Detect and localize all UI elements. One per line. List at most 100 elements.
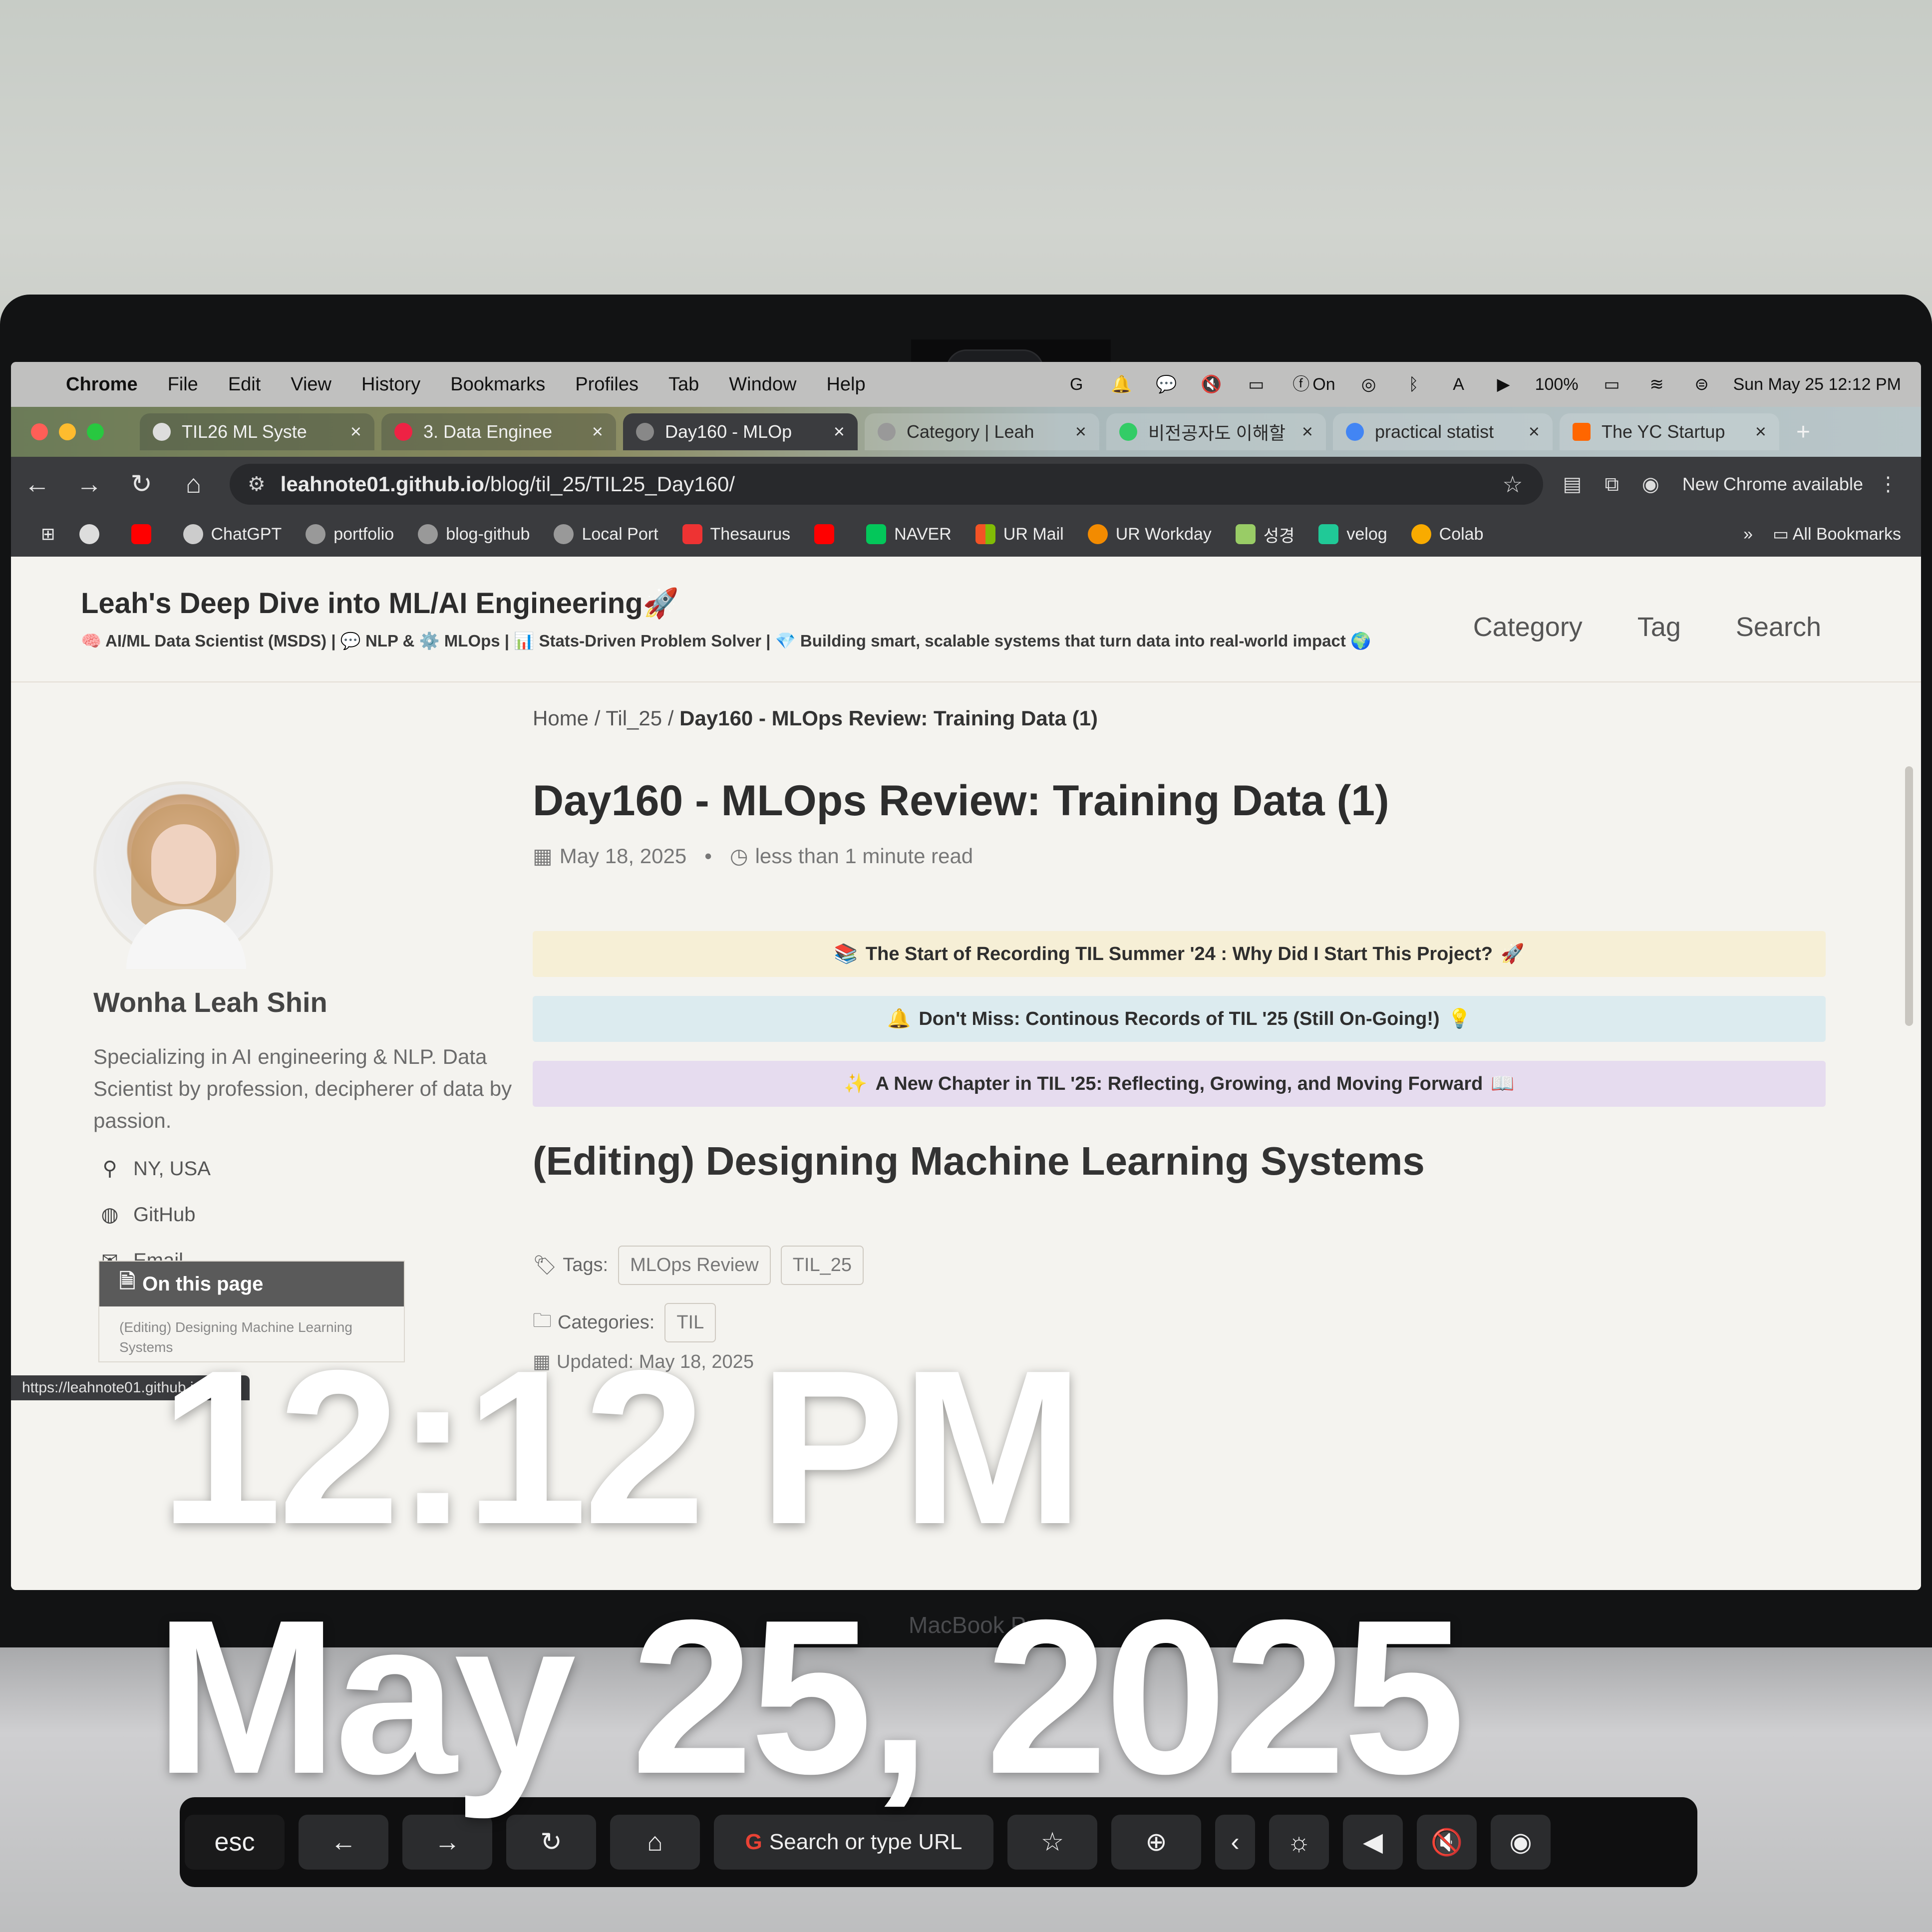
touchbar-volume-icon[interactable]: ◀ — [1343, 1815, 1403, 1870]
chat-icon[interactable]: 💬 — [1155, 373, 1178, 396]
tag-mlops-review[interactable]: MLOps Review — [618, 1246, 771, 1285]
menu-profiles[interactable]: Profiles — [575, 374, 639, 395]
nav-search[interactable]: Search — [1736, 612, 1821, 643]
bookmark-star-icon[interactable]: ☆ — [1502, 471, 1523, 498]
tab-korean-article[interactable]: 비전공자도 이해할 × — [1106, 413, 1326, 450]
mute-icon[interactable]: 🔇 — [1200, 373, 1223, 396]
tab-yc-startup[interactable]: The YC Startup × — [1560, 413, 1779, 450]
menu-edit[interactable]: Edit — [228, 374, 261, 395]
notice-link-new-chapter[interactable]: ✨ A New Chapter in TIL '25: Reflecting, G… — [533, 1061, 1826, 1107]
apps-grid-icon[interactable]: ⊞ — [41, 524, 55, 544]
control-center-icon[interactable]: ⊜ — [1690, 373, 1713, 396]
back-arrow-icon[interactable]: ← — [11, 469, 63, 499]
touchbar-mute-icon[interactable]: 🔇 — [1417, 1815, 1477, 1870]
touchbar-bookmark-icon[interactable]: ☆ — [1007, 1815, 1097, 1870]
close-tab-icon[interactable]: × — [350, 421, 361, 443]
esc-key[interactable]: esc — [185, 1815, 285, 1870]
bookmark-blog-github[interactable]: blog-github — [418, 524, 530, 544]
minimize-window-icon[interactable] — [59, 423, 76, 440]
extension-icon[interactable]: ▤ — [1563, 473, 1582, 496]
touchbar-forward-icon[interactable]: → — [402, 1815, 492, 1870]
breadcrumb-section[interactable]: Til_25 — [606, 706, 662, 730]
bookmark-colab[interactable]: Colab — [1411, 524, 1483, 544]
bookmark-chatgpt[interactable]: ChatGPT — [183, 524, 282, 544]
chrome-update-button[interactable]: New Chrome available — [1682, 474, 1863, 495]
touchbar-expand-icon[interactable]: ‹ — [1215, 1815, 1255, 1870]
tab-day160[interactable]: Day160 - MLOp × — [623, 413, 858, 450]
focus-icon[interactable]: ⓕ — [1289, 373, 1312, 396]
touchbar-reload-icon[interactable]: ↻ — [506, 1815, 596, 1870]
forward-arrow-icon[interactable]: → — [63, 469, 115, 499]
all-bookmarks-button[interactable]: ▭ All Bookmarks — [1773, 524, 1901, 544]
address-bar-url[interactable]: leahnote01.github.io/blog/til_25/TIL25_D… — [281, 472, 1503, 496]
bookmark-local-port[interactable]: Local Port — [554, 524, 658, 544]
tab-category[interactable]: Category | Leah × — [865, 413, 1099, 450]
close-tab-icon[interactable]: × — [1755, 421, 1766, 443]
bookmark-velog[interactable]: velog — [1318, 524, 1387, 544]
input-source-icon[interactable]: A — [1447, 373, 1470, 396]
touchbar-back-icon[interactable]: ← — [299, 1815, 388, 1870]
airdrop-icon[interactable]: ◎ — [1357, 373, 1380, 396]
close-tab-icon[interactable]: × — [1302, 421, 1313, 443]
nav-category[interactable]: Category — [1473, 612, 1583, 643]
new-tab-icon[interactable]: + — [1796, 418, 1810, 446]
address-bar[interactable]: ⚙ leahnote01.github.io/blog/til_25/TIL25… — [229, 464, 1543, 505]
site-title[interactable]: Leah's Deep Dive into ML/AI Engineering🚀 — [81, 587, 679, 621]
menubar-clock[interactable]: Sun May 25 12:12 PM — [1733, 375, 1901, 394]
media-play-icon[interactable]: ▶ — [1492, 373, 1515, 396]
close-tab-icon[interactable]: × — [592, 421, 603, 443]
menu-view[interactable]: View — [291, 374, 331, 395]
close-window-icon[interactable] — [31, 423, 48, 440]
site-subtitle: 🧠 AI/ML Data Scientist (MSDS) | 💬 NLP & … — [81, 632, 1371, 650]
window-icon[interactable]: ▭ — [1245, 373, 1268, 396]
bookmark-new-icon[interactable] — [79, 524, 107, 544]
bookmark-portfolio[interactable]: portfolio — [306, 524, 394, 544]
menu-bookmarks[interactable]: Bookmarks — [450, 374, 545, 395]
nav-tag[interactable]: Tag — [1637, 612, 1681, 643]
notification-bell-icon[interactable]: 🔔 — [1110, 373, 1133, 396]
more-menu-icon[interactable]: ⋮ — [1878, 473, 1898, 496]
menu-file[interactable]: File — [168, 374, 198, 395]
bookmark-bible[interactable]: 성경 — [1235, 522, 1294, 547]
close-tab-icon[interactable]: × — [1529, 421, 1540, 443]
bookmark-ur-workday[interactable]: UR Workday — [1087, 524, 1212, 544]
menu-tab[interactable]: Tab — [668, 374, 699, 395]
notice-link-til25[interactable]: 🔔 Don't Miss: Continous Records of TIL '2… — [533, 996, 1826, 1042]
bluetooth-icon[interactable]: ᛒ — [1402, 373, 1425, 396]
breadcrumb-home[interactable]: Home — [533, 706, 589, 730]
touchbar-home-icon[interactable]: ⌂ — [610, 1815, 700, 1870]
touchbar-newtab-icon[interactable]: ⊕ — [1111, 1815, 1201, 1870]
menu-help[interactable]: Help — [826, 374, 865, 395]
tab-data-engineering[interactable]: 3. Data Enginee × — [381, 413, 616, 450]
bookmarks-right: » ▭ All Bookmarks — [1743, 524, 1901, 544]
notice-link-til24[interactable]: 📚 The Start of Recording TIL Summer '24 :… — [533, 931, 1826, 977]
touchbar-brightness-icon[interactable]: ☼ — [1269, 1815, 1329, 1870]
bookmark-naver[interactable]: NAVER — [866, 524, 952, 544]
bookmark-youtube-icon[interactable] — [131, 524, 159, 544]
page-scrollbar[interactable] — [1905, 766, 1913, 1026]
touchbar-siri-icon[interactable]: ◉ — [1491, 1815, 1551, 1870]
site-settings-icon[interactable]: ⚙ — [248, 473, 266, 496]
extensions-puzzle-icon[interactable]: ⧉ — [1605, 473, 1619, 496]
close-tab-icon[interactable]: × — [1075, 421, 1086, 443]
touchbar-search-button[interactable]: G Search or type URL — [714, 1815, 993, 1870]
grammarly-icon[interactable]: G — [1065, 373, 1088, 396]
tab-practical-statistics[interactable]: practical statist × — [1333, 413, 1553, 450]
profile-avatar-icon[interactable]: ◉ — [1642, 473, 1659, 496]
bookmark-youtube2-icon[interactable] — [814, 524, 842, 544]
battery-icon[interactable]: ▭ — [1601, 373, 1623, 396]
menu-chrome[interactable]: Chrome — [66, 374, 138, 395]
zoom-window-icon[interactable] — [87, 423, 104, 440]
tab-til26[interactable]: TIL26 ML Syste × — [140, 413, 374, 450]
home-icon[interactable]: ⌂ — [167, 469, 219, 499]
reload-icon[interactable]: ↻ — [115, 469, 167, 499]
bookmark-thesaurus[interactable]: Thesaurus — [682, 524, 790, 544]
menu-window[interactable]: Window — [729, 374, 796, 395]
wifi-icon[interactable]: ≋ — [1645, 373, 1668, 396]
tag-til25[interactable]: TIL_25 — [780, 1246, 864, 1285]
author-github-link[interactable]: ◍ GitHub — [98, 1192, 211, 1238]
menu-history[interactable]: History — [361, 374, 420, 395]
more-bookmarks-icon[interactable]: » — [1743, 525, 1753, 544]
bookmark-ur-mail[interactable]: UR Mail — [975, 524, 1064, 544]
close-tab-icon[interactable]: × — [834, 421, 845, 443]
